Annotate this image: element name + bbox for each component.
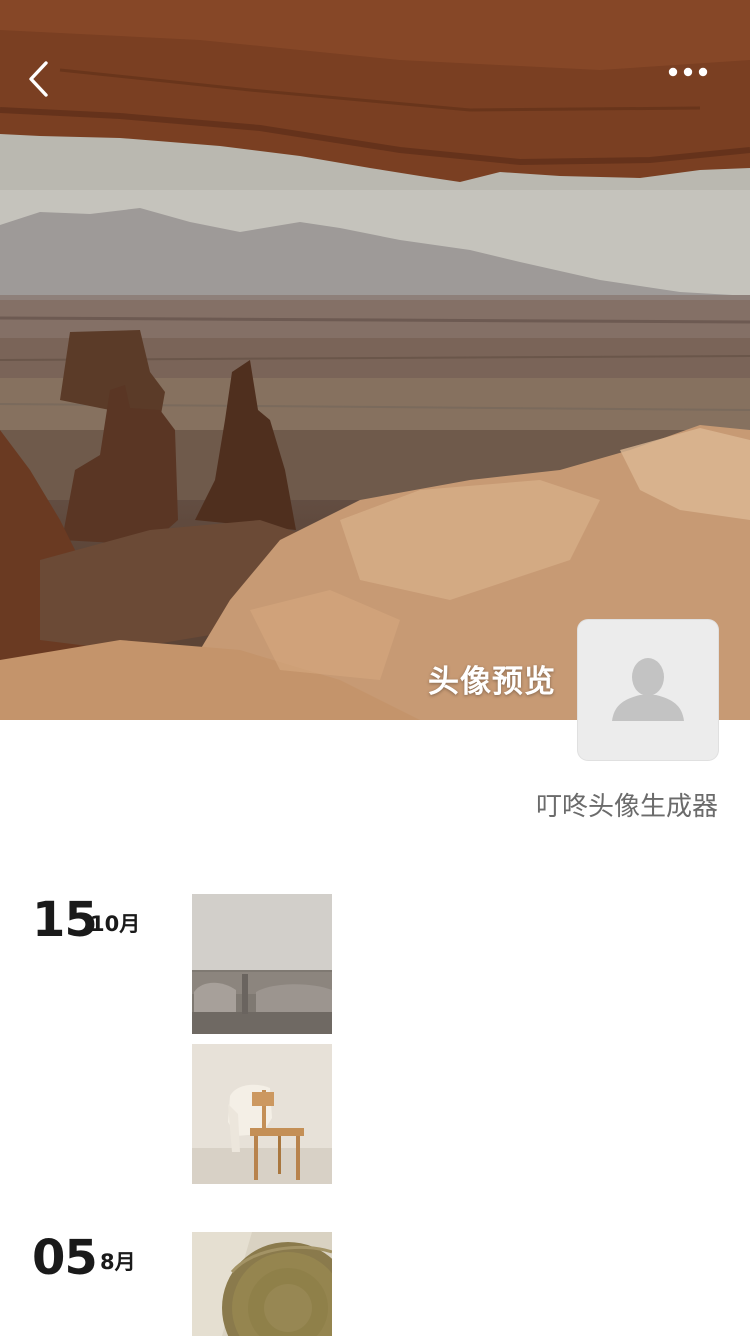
canyon-landscape-image xyxy=(0,0,750,720)
back-button[interactable] xyxy=(26,60,66,108)
person-placeholder-icon xyxy=(612,658,684,721)
entry-month: 10月 xyxy=(90,912,141,936)
chair-photo-image xyxy=(192,1044,332,1184)
more-dots-icon xyxy=(668,67,708,77)
entry-month: 8月 xyxy=(100,1250,136,1274)
avatar[interactable] xyxy=(578,620,718,760)
entry-day: 15 xyxy=(32,892,98,948)
entry-day: 05 xyxy=(32,1230,98,1286)
chair-photo[interactable] xyxy=(192,1044,332,1184)
cover-photo[interactable]: 头像预览 xyxy=(0,0,750,720)
app-name: 叮咚头像生成器 xyxy=(535,792,718,822)
chevron-left-icon xyxy=(29,61,48,97)
bowl-photo[interactable] xyxy=(192,1232,332,1336)
avatar-preview-label: 头像预览 xyxy=(428,664,556,700)
bowl-photo-image xyxy=(192,1232,332,1336)
sofa-photo-image xyxy=(192,894,332,1034)
sofa-photo[interactable] xyxy=(192,894,332,1034)
more-button[interactable] xyxy=(668,66,720,102)
